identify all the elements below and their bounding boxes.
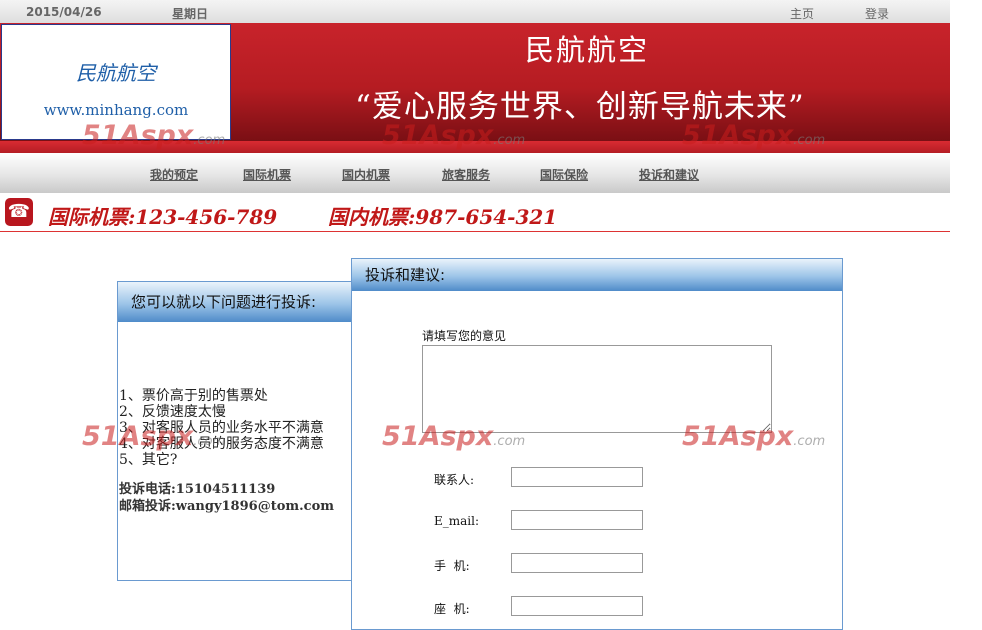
nav-international-tickets[interactable]: 国际机票 — [243, 166, 291, 183]
mobile-input[interactable] — [511, 553, 643, 573]
logo-url: www.minhang.com — [43, 101, 189, 119]
list-item: 2、反馈速度太慢 — [119, 404, 226, 420]
phone-icon: ☎ — [5, 198, 33, 226]
top-bar: 2015/04/26 星期日 主页 登录 — [0, 0, 950, 24]
complaint-form-title: 投诉和建议: — [352, 259, 842, 291]
main-nav: 我的预定 国际机票 国内机票 旅客服务 国际保险 投诉和建议 — [0, 153, 950, 193]
complaint-email: 邮箱投诉:wangy1896@tom.com — [119, 499, 334, 514]
email-input[interactable] — [511, 510, 643, 530]
list-item: 5、其它? — [119, 452, 178, 468]
login-link[interactable]: 登录 — [865, 5, 889, 22]
contact-name-label: 联系人: — [434, 473, 475, 487]
complaint-phone: 投诉电话:15104511139 — [119, 482, 276, 497]
opinion-label: 请填写您的意见 — [422, 329, 507, 343]
hotline-bar: ☎ 国际机票:123-456-789 国内机票:987-654-321 — [0, 193, 950, 232]
domestic-hotline: 国内机票:987-654-321 — [328, 205, 558, 229]
complaint-topics-panel: 您可以就以下问题进行投诉: 1、票价高于别的售票处 2、反馈速度太慢 3、对客服… — [117, 281, 358, 581]
home-link[interactable]: 主页 — [790, 5, 814, 22]
logo-name: 民航航空 — [76, 61, 156, 85]
nav-domestic-tickets[interactable]: 国内机票 — [342, 166, 390, 183]
list-item: 4、对客服人员的服务态度不满意 — [119, 436, 324, 452]
complaint-topics-title: 您可以就以下问题进行投诉: — [118, 282, 357, 322]
email-label: E_mail: — [434, 514, 480, 528]
nav-complaints[interactable]: 投诉和建议 — [639, 166, 699, 183]
landline-input[interactable] — [511, 596, 643, 616]
complaint-form-panel: 投诉和建议: 请填写您的意见 联系人: E_mail: 手 机: 座 机: — [351, 258, 843, 630]
complaint-contact: 投诉电话:15104511139 邮箱投诉:wangy1896@tom.com — [119, 481, 334, 515]
opinion-textarea[interactable] — [422, 345, 772, 433]
nav-international-insurance[interactable]: 国际保险 — [540, 166, 588, 183]
logo[interactable]: 民航航空 www.minhang.com — [1, 24, 231, 140]
international-hotline: 国际机票:123-456-789 — [48, 205, 278, 229]
header-divider — [0, 141, 950, 153]
mobile-label: 手 机: — [434, 559, 470, 573]
contact-name-input[interactable] — [511, 467, 643, 487]
weekday-text: 星期日 — [172, 7, 209, 21]
nav-my-booking[interactable]: 我的预定 — [150, 166, 198, 183]
header-banner: 民航航空 www.minhang.com 民航航空 “爱心服务世界、创新导航未来… — [0, 23, 950, 141]
date-text: 2015/04/26 — [26, 5, 102, 19]
list-item: 1、票价高于别的售票处 — [119, 388, 268, 404]
slogan: “爱心服务世界、创新导航未来” — [355, 89, 805, 125]
complaint-topics-list: 1、票价高于别的售票处 2、反馈速度太慢 3、对客服人员的业务水平不满意 4、对… — [119, 388, 324, 468]
nav-passenger-service[interactable]: 旅客服务 — [442, 166, 490, 183]
site-title: 民航航空 — [525, 33, 650, 67]
list-item: 3、对客服人员的业务水平不满意 — [119, 420, 324, 436]
landline-label: 座 机: — [434, 602, 470, 616]
